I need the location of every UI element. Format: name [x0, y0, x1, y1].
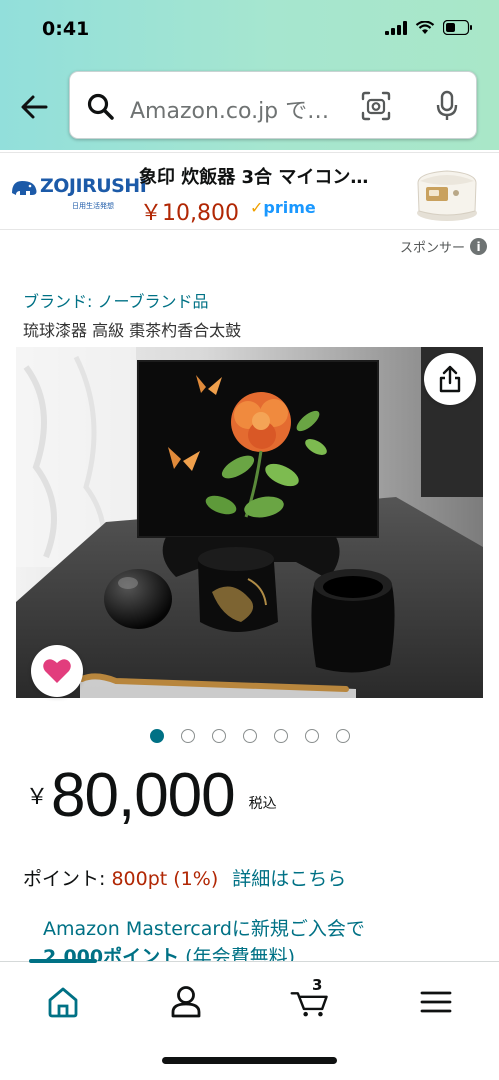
carousel-dot[interactable]	[150, 729, 164, 743]
hamburger-menu-icon	[420, 991, 452, 1013]
points-value: 800pt (1%)	[111, 868, 219, 890]
search-placeholder: Amazon.co.jp で…	[130, 99, 330, 124]
product-price: ￥ 80,000 税込	[26, 765, 277, 827]
carousel-dot[interactable]	[212, 729, 226, 743]
image-carousel-dots[interactable]	[150, 729, 350, 743]
signal-icon	[385, 20, 407, 35]
nav-menu[interactable]	[416, 982, 456, 1022]
zojirushi-elephant-icon	[12, 181, 37, 195]
rice-cooker-image	[417, 170, 477, 221]
ad-title[interactable]: 象印 炊飯器 3合 マイコン…	[139, 163, 368, 189]
ad-brand-sub: 日用生活発想	[72, 202, 114, 210]
ad-brand-logo: ZOJIRUSHI 日用生活発想	[10, 175, 147, 215]
points-details-link[interactable]: 詳細はこちら	[232, 868, 346, 890]
prime-check-icon: ✓	[250, 198, 264, 217]
price-currency: ￥	[26, 785, 49, 810]
ad-brand-name: ZOJIRUSHI	[40, 175, 147, 197]
mastercard-promo-line1[interactable]: Amazon Mastercardに新規ご入会で	[43, 914, 365, 941]
cart-count: 3	[312, 976, 323, 994]
user-icon	[171, 986, 201, 1018]
points-label: ポイント:	[23, 868, 112, 890]
back-arrow-icon[interactable]	[16, 88, 54, 126]
carousel-dot[interactable]	[243, 729, 257, 743]
points-row: ポイント: 800pt (1%) 詳細はこちら	[23, 864, 346, 891]
price-value: 80,000	[51, 761, 236, 830]
share-icon	[439, 365, 461, 393]
product-image[interactable]	[16, 347, 483, 698]
nav-home[interactable]	[43, 982, 83, 1022]
carousel-dot[interactable]	[181, 729, 195, 743]
ad-price: ￥10,800	[140, 201, 239, 226]
ad-prime-badge: ✓prime	[250, 198, 316, 217]
brand-link[interactable]: ブランド: ノーブランド品	[23, 288, 209, 312]
sponsored-ad-banner[interactable]: ZOJIRUSHI 日用生活発想 象印 炊飯器 3合 マイコン… ￥10,800…	[0, 152, 499, 230]
info-icon[interactable]: i	[470, 238, 487, 255]
sponsor-label[interactable]: スポンサー i	[400, 237, 487, 256]
microphone-icon[interactable]	[432, 90, 462, 122]
active-tab-indicator	[29, 959, 97, 963]
nav-account[interactable]	[166, 982, 206, 1022]
carousel-dot[interactable]	[274, 729, 288, 743]
share-button[interactable]	[424, 353, 476, 405]
carousel-dot[interactable]	[336, 729, 350, 743]
battery-icon	[443, 20, 472, 35]
header: 0:41 Amazon.co.jp で…	[0, 0, 499, 150]
search-icon	[87, 93, 114, 120]
home-icon	[48, 987, 78, 1018]
cart-icon	[290, 992, 328, 1017]
wishlist-heart-button[interactable]	[31, 645, 83, 697]
lacquerware-photo	[16, 347, 483, 698]
home-indicator-bar	[162, 1057, 337, 1064]
price-tax-label: 税込	[248, 796, 277, 812]
nav-cart[interactable]: 3	[290, 976, 330, 1022]
product-title: 琉球漆器 高級 棗茶杓香合太鼓	[23, 321, 242, 340]
heart-icon	[43, 659, 71, 683]
camera-icon[interactable]	[360, 90, 392, 122]
status-time: 0:41	[42, 18, 90, 40]
carousel-dot[interactable]	[305, 729, 319, 743]
wifi-icon	[415, 20, 435, 34]
search-input[interactable]: Amazon.co.jp で…	[69, 71, 477, 139]
status-icons	[385, 20, 473, 35]
